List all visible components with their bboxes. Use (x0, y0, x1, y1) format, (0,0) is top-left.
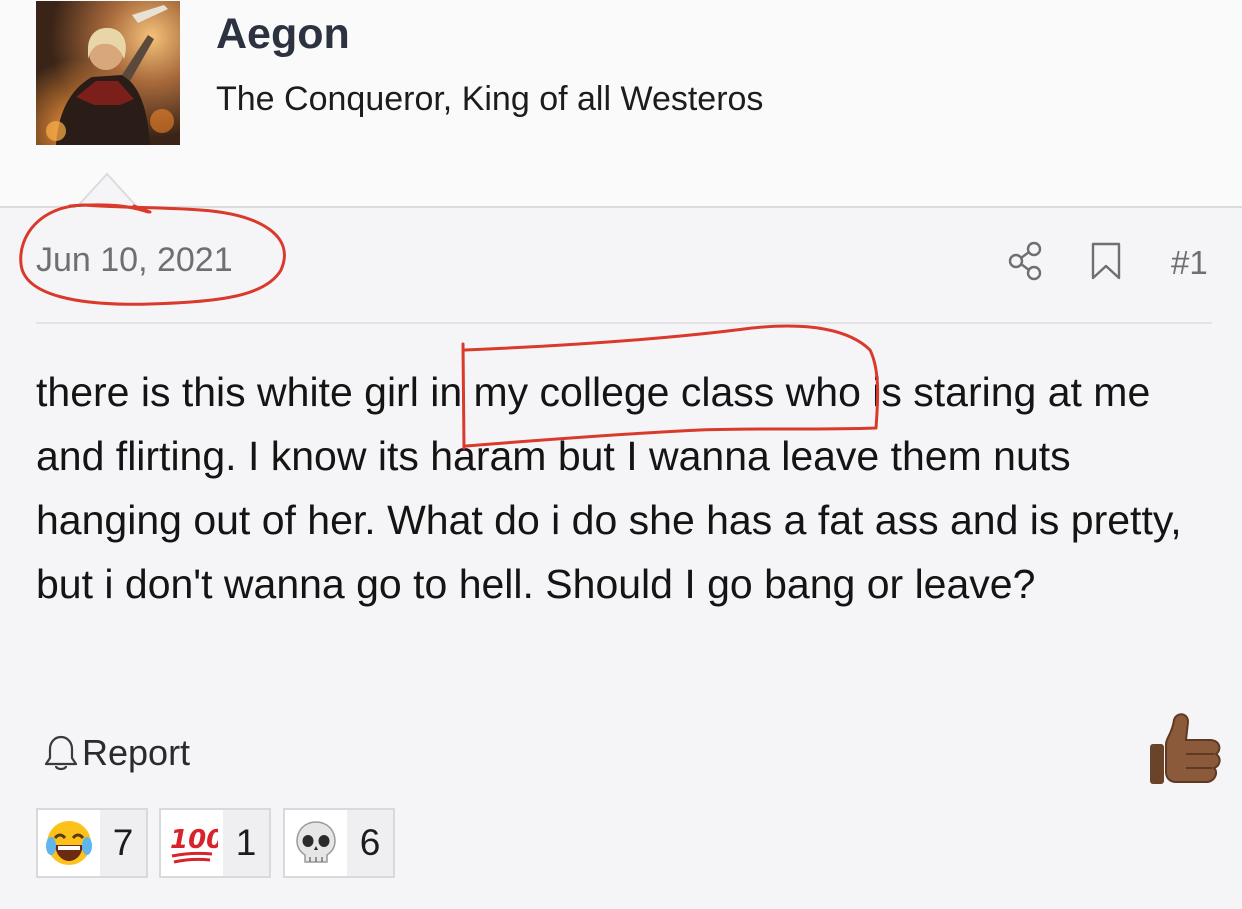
reaction-laugh-count: 7 (100, 810, 146, 876)
report-label: Report (82, 732, 191, 773)
reaction-skull-count: 6 (347, 810, 393, 876)
message-pointer (76, 172, 138, 208)
reaction-laugh[interactable]: 7 (36, 808, 148, 878)
share-icon[interactable] (1006, 240, 1046, 282)
post-number-link[interactable]: #1 (1171, 244, 1208, 282)
hundred-points-emoji: 100 (161, 810, 223, 876)
user-avatar[interactable] (36, 1, 180, 145)
user-title: The Conqueror, King of all Westeros (216, 80, 764, 118)
divider (36, 322, 1212, 324)
thumbs-up-icon[interactable] (1148, 710, 1222, 786)
reaction-hundred-count: 1 (223, 810, 269, 876)
reaction-hundred[interactable]: 100 1 (159, 808, 271, 878)
svg-text:100: 100 (170, 825, 218, 855)
warrior-avatar-icon (36, 1, 180, 145)
laughing-crying-emoji (38, 810, 100, 876)
username[interactable]: Aegon (216, 10, 350, 59)
report-link[interactable]: Report (44, 732, 190, 774)
bookmark-icon[interactable] (1091, 242, 1121, 280)
reaction-skull[interactable]: 6 (283, 808, 395, 878)
bell-icon (44, 735, 78, 771)
skull-emoji (285, 810, 347, 876)
post-date[interactable]: Jun 10, 2021 (36, 241, 233, 280)
post-body: there is this white girl in my college c… (36, 369, 1182, 607)
